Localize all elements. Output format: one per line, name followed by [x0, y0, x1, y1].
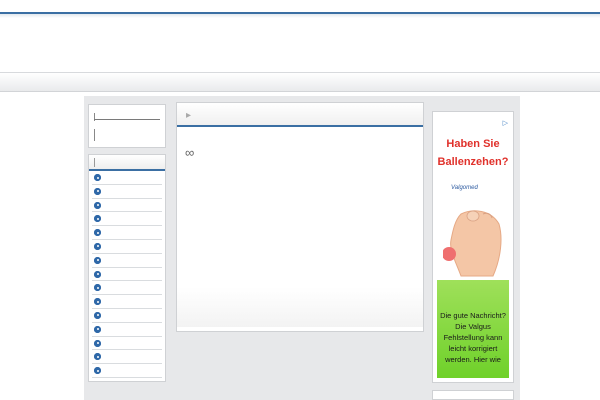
main-content-panel: ▸ ∞: [176, 102, 424, 332]
header-shadow: [0, 14, 600, 18]
sidebar-menu: [88, 154, 166, 382]
sidebar-menu-item[interactable]: [92, 309, 162, 323]
content-header: ▸: [177, 103, 423, 127]
bullet-icon: [94, 298, 101, 306]
bullet-icon: [94, 353, 101, 361]
bottom-right-panel: [432, 390, 514, 400]
username-field[interactable]: [94, 119, 160, 120]
header-tick: [94, 158, 95, 167]
sidebar-menu-item[interactable]: [92, 323, 162, 337]
sidebar-menu-item[interactable]: [92, 254, 162, 268]
ad-choices-icon[interactable]: ▷: [503, 119, 508, 127]
login-box: [88, 104, 166, 148]
bullet-icon: [94, 325, 101, 333]
sidebar-menu-header: [89, 155, 165, 171]
infinity-icon: ∞: [185, 145, 194, 160]
ad-panel[interactable]: ▷ Haben Sie Ballenzehen? Valgomed Die gu…: [432, 111, 514, 383]
content-body: ∞: [177, 127, 423, 327]
sidebar-menu-list: [89, 171, 165, 378]
ad-banner[interactable]: ▷ Haben Sie Ballenzehen? Valgomed Die gu…: [437, 118, 509, 378]
bullet-icon: [94, 187, 101, 195]
ad-headline[interactable]: Haben Sie Ballenzehen?: [437, 135, 509, 171]
password-cursor[interactable]: [94, 129, 95, 141]
bullet-icon: [94, 270, 101, 278]
sidebar-menu-item[interactable]: [92, 337, 162, 351]
sidebar-menu-item[interactable]: [92, 199, 162, 213]
bullet-icon: [94, 201, 101, 209]
sidebar-menu-item[interactable]: [92, 350, 162, 365]
navigation-bar: [0, 72, 600, 92]
sidebar-menu-item[interactable]: [92, 364, 162, 378]
ad-body-text[interactable]: Die gute Nachricht? Die Valgus Fehlstell…: [439, 310, 507, 365]
sidebar-menu-item[interactable]: [92, 281, 162, 296]
bullet-icon: [94, 229, 101, 237]
bullet-icon: [94, 215, 101, 223]
foot-image: [443, 210, 502, 277]
bullet-icon: [94, 311, 101, 319]
ad-brand-logo: Valgomed: [451, 185, 478, 191]
sidebar-menu-item[interactable]: [92, 171, 162, 185]
sidebar-menu-item[interactable]: [92, 226, 162, 240]
sidebar-menu-item[interactable]: [92, 240, 162, 254]
arrow-icon: ▸: [186, 110, 192, 121]
bullet-icon: [94, 242, 101, 250]
sidebar-menu-item[interactable]: [92, 268, 162, 282]
sidebar-menu-item[interactable]: [92, 212, 162, 227]
bullet-icon: [94, 339, 101, 347]
bullet-icon: [94, 367, 101, 375]
sidebar-menu-item[interactable]: [92, 295, 162, 309]
bullet-icon: [94, 284, 101, 292]
sidebar-menu-item[interactable]: [92, 185, 162, 199]
bullet-icon: [94, 256, 101, 264]
bullet-icon: [94, 174, 101, 181]
